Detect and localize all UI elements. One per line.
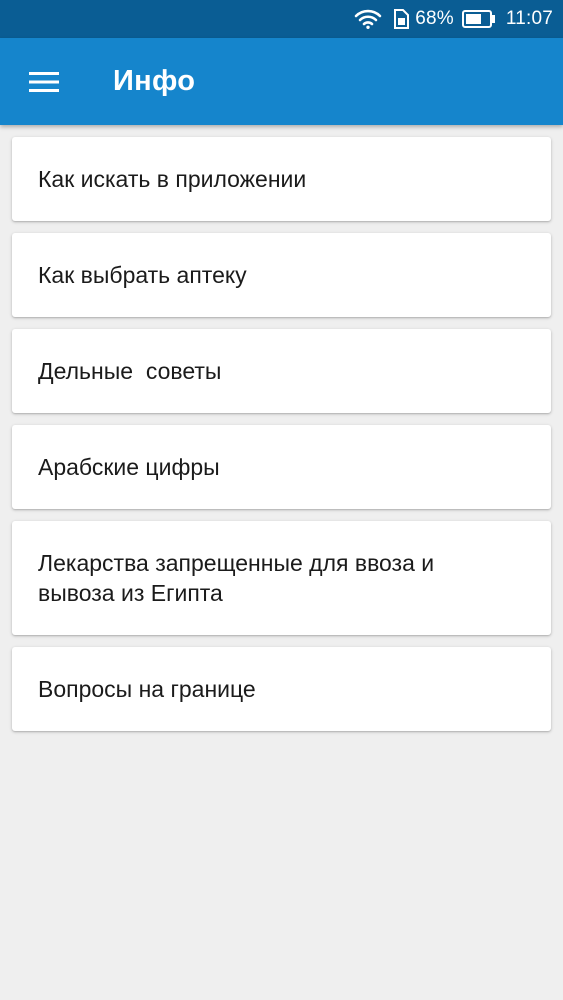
list-item-border-questions[interactable]: Вопросы на границе — [12, 647, 551, 731]
list-item-tips[interactable]: Дельные советы — [12, 329, 551, 413]
battery-percent: 68% — [415, 8, 454, 29]
menu-button[interactable] — [16, 60, 72, 104]
info-list: Как искать в приложении Как выбрать апте… — [12, 137, 551, 743]
list-item-label: Как выбрать аптеку — [38, 262, 247, 288]
list-item-search-help[interactable]: Как искать в приложении — [12, 137, 551, 221]
status-icons: 68% 11:07 — [354, 0, 553, 38]
list-item-label: Лекарства запрещенные для ввоза и вывоза… — [38, 550, 435, 606]
list-item-arabic-numerals[interactable]: Арабские цифры — [12, 425, 551, 509]
list-item-label: Дельные советы — [38, 358, 222, 384]
list-item-label: Как искать в приложении — [38, 166, 307, 192]
list-item-choose-pharmacy[interactable]: Как выбрать аптеку — [12, 233, 551, 317]
hamburger-menu-icon — [29, 71, 59, 93]
sim-icon — [392, 9, 410, 29]
wifi-icon — [354, 9, 382, 29]
page-title: Инфо — [113, 65, 196, 97]
app-bar: Инфо — [0, 38, 563, 125]
battery-icon — [461, 10, 496, 28]
status-bar: 68% 11:07 — [0, 0, 563, 38]
list-item-prohibited-medicines[interactable]: Лекарства запрещенные для ввоза и вывоза… — [12, 521, 551, 635]
clock: 11:07 — [505, 8, 553, 29]
list-item-label: Арабские цифры — [38, 454, 220, 480]
list-item-label: Вопросы на границе — [38, 676, 256, 702]
